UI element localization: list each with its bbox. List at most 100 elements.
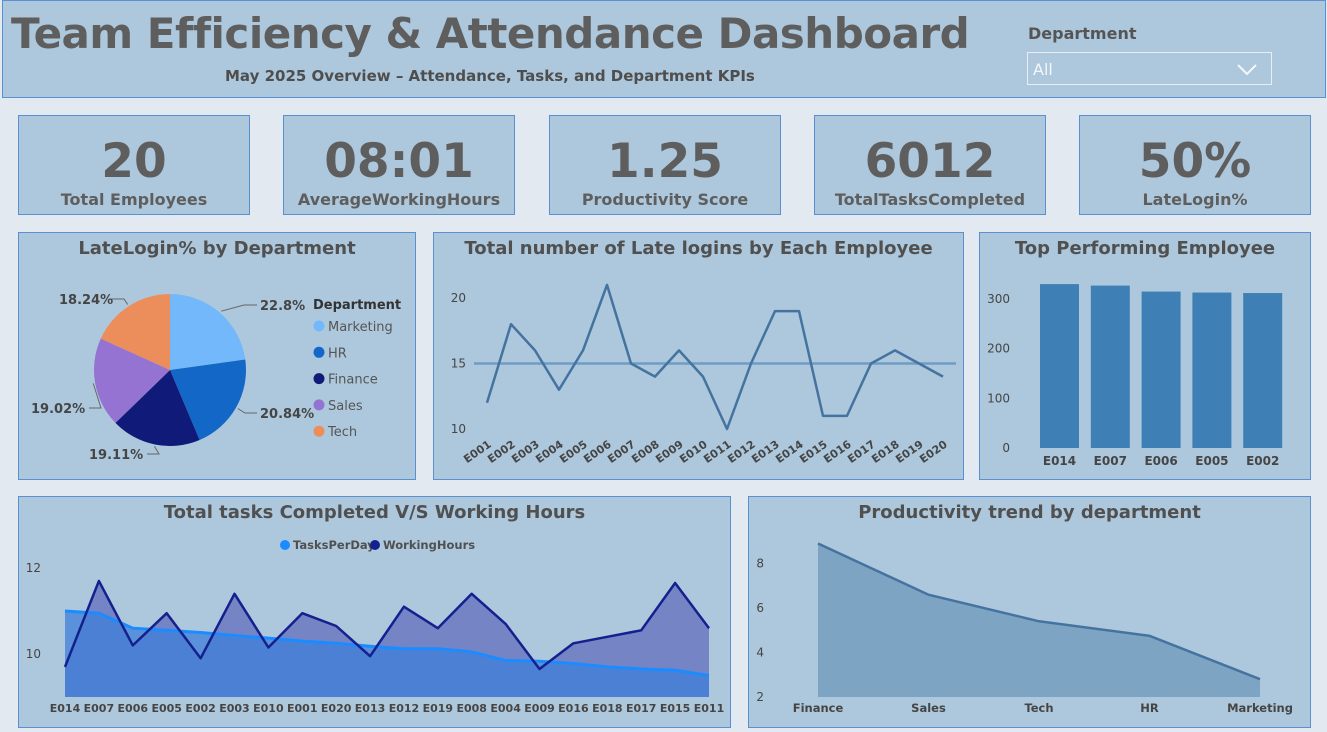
line-chart-panel: Total number of Late logins by Each Empl…: [433, 232, 964, 480]
kpi-label: TotalTasksCompleted: [834, 190, 1026, 209]
y-tick-label: 300: [987, 292, 1010, 306]
x-tick-label: Marketing: [1227, 701, 1293, 715]
legend-marker: [313, 346, 325, 358]
kpi-value: 50%: [1138, 134, 1252, 189]
legend-label: Marketing: [328, 320, 393, 335]
bar-e007: [1090, 285, 1130, 448]
header-banner: Team Efficiency & Attendance Dashboard M…: [2, 0, 1326, 98]
bar-e005: [1192, 292, 1232, 448]
x-tick-label: E004: [490, 702, 521, 715]
page-subtitle: May 2025 Overview – Attendance, Tasks, a…: [225, 67, 755, 85]
kpi-value: 6012: [864, 134, 996, 189]
x-tick-label: E013: [355, 702, 385, 715]
y-tick-label: 15: [451, 357, 466, 371]
y-tick-label: 0: [1002, 441, 1010, 455]
x-tick-label: E020: [917, 438, 950, 466]
kpi-value: 1.25: [607, 134, 723, 189]
x-tick-label: E014: [1043, 454, 1076, 468]
bar-e014: [1040, 284, 1079, 448]
x-tick-label: Finance: [793, 701, 844, 715]
pie-chart: 22.8% 20.84% 19.11% 19.02% 18.24% Department M…: [31, 293, 401, 463]
department-filter-dropdown[interactable]: All: [1027, 52, 1272, 85]
pie-slice-marketing: [170, 294, 246, 370]
x-tick-label: Tech: [1024, 701, 1053, 715]
kpi-label: AverageWorkingHours: [297, 190, 501, 209]
pie-leader-line: [221, 304, 257, 312]
tasks-hours-chart-panel: Total tasks Completed V/S Working Hours …: [18, 496, 731, 728]
x-tick-label: E006: [118, 702, 149, 715]
x-tick-label: E011: [694, 702, 724, 715]
y-tick-label: 2: [756, 690, 764, 704]
x-tick-label: E012: [389, 702, 419, 715]
page-title: Team Efficiency & Attendance Dashboard: [11, 9, 970, 58]
y-tick-label: 6: [756, 601, 764, 615]
x-tick-label: E014: [50, 702, 81, 715]
series-line-late-logins: [485, 283, 944, 431]
x-tick-label: E016: [558, 702, 589, 715]
kpi-label: Productivity Score: [581, 190, 749, 209]
x-tick-label: HR: [1140, 701, 1159, 715]
kpi-card-total-employees: 20 Total Employees: [18, 115, 250, 215]
x-tick-label: E008: [456, 702, 486, 715]
legend-title: Department: [313, 298, 401, 313]
legend-marker: [370, 540, 380, 550]
legend-marker: [280, 540, 290, 550]
kpi-label: LateLogin%: [1142, 190, 1248, 209]
tasks-hours-chart: TasksPerDay WorkingHours1012E014 E007 E006 E…: [26, 538, 725, 715]
productivity-trend-chart: 2 4 6 8 Finance Sales Tech HR Marketing: [756, 542, 1293, 715]
kpi-card-average-working-hours: 08:01 AverageWorkingHours: [283, 115, 515, 215]
department-filter-label: Department: [1028, 24, 1137, 43]
pie-data-label: 19.11%: [89, 448, 143, 463]
legend-label: TasksPerDay: [293, 538, 375, 552]
bar-e006: [1141, 291, 1181, 448]
x-tick-label: E015: [660, 702, 690, 715]
x-tick-label: E007: [1094, 454, 1127, 468]
x-tick-label: E010: [253, 702, 284, 715]
chevron-down-icon: [1237, 64, 1257, 76]
x-tick-label: E006: [1144, 454, 1177, 468]
pie-data-label: 19.02%: [31, 402, 85, 417]
legend-marker: [313, 373, 325, 385]
y-tick-label: 100: [987, 391, 1010, 405]
x-tick-label: E009: [524, 702, 554, 715]
department-filter-value: All: [1033, 60, 1053, 79]
bar-chart-panel: Top Performing Employee 0 100 200 300 E014 E0…: [979, 232, 1311, 480]
x-tick-label: E017: [626, 702, 656, 715]
pie-data-label: 20.84%: [260, 407, 314, 422]
x-tick-label: E005: [1195, 454, 1228, 468]
pie-leader-line: [147, 446, 160, 455]
y-tick-label: 12: [26, 561, 41, 575]
x-tick-label: E005: [151, 702, 181, 715]
kpi-card-total-tasks-completed: 6012 TotalTasksCompleted: [814, 115, 1046, 215]
y-tick-label: 8: [756, 557, 764, 571]
x-tick-label: E002: [185, 702, 215, 715]
kpi-value: 08:01: [324, 134, 474, 189]
bar-e002: [1243, 293, 1283, 448]
kpi-label: Total Employees: [60, 190, 208, 209]
y-tick-label: 10: [26, 647, 41, 661]
legend-label: Sales: [328, 399, 363, 414]
x-tick-label: E007: [84, 702, 114, 715]
x-tick-label: E019: [423, 702, 453, 715]
legend-marker: [313, 320, 325, 332]
kpi-card-productivity-score: 1.25 Productivity Score: [549, 115, 781, 215]
pie-data-label: 18.24%: [59, 293, 113, 308]
x-tick-label: Sales: [911, 701, 946, 715]
pie-chart-panel: LateLogin% by Department 22.8% 20.84% 19.1…: [18, 232, 416, 480]
x-tick-label: E018: [592, 702, 622, 715]
pie-leader-line: [237, 408, 257, 414]
kpi-card-late-login-percent: 50% LateLogin%: [1079, 115, 1311, 215]
kpi-value: 20: [101, 134, 167, 189]
pie-data-label: 22.8%: [260, 299, 305, 314]
y-tick-label: 200: [987, 342, 1010, 356]
line-chart: 101520E001E002E003E004E005E006E007E008E0…: [451, 283, 956, 466]
legend-label: HR: [328, 346, 347, 361]
legend-label: Tech: [327, 425, 357, 440]
legend-marker: [313, 425, 325, 437]
legend-marker: [313, 399, 325, 411]
x-tick-label: E001: [287, 702, 317, 715]
legend-label: WorkingHours: [383, 538, 475, 552]
x-tick-label: E020: [321, 702, 352, 715]
y-tick-label: 10: [451, 422, 466, 436]
productivity-trend-panel: Productivity trend by department 2 4 6 8 Fin…: [748, 496, 1311, 728]
